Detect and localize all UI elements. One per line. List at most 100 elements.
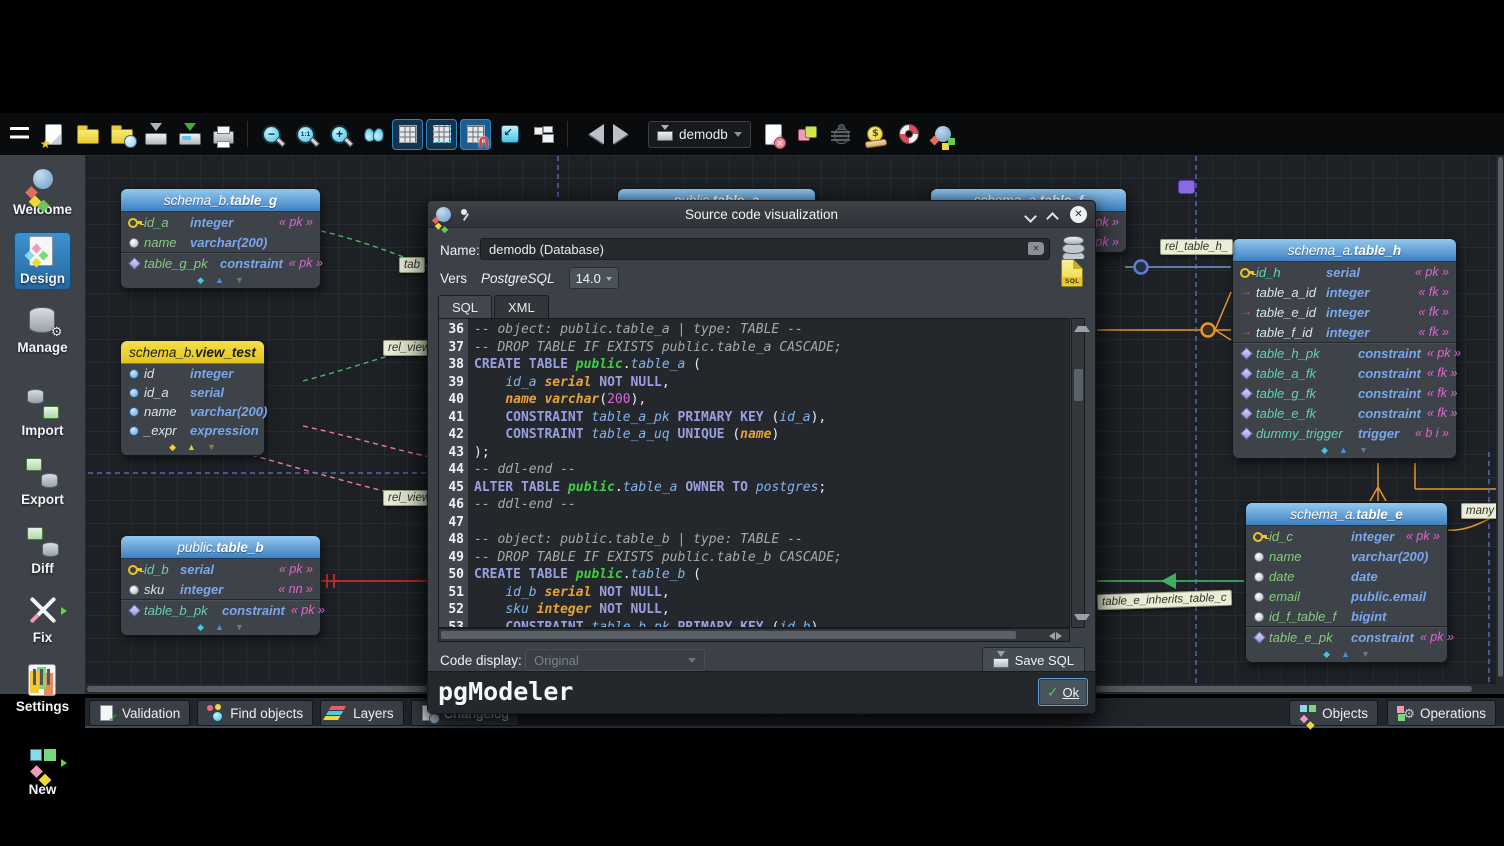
db-table-view_test[interactable]: schema_b.view_testidintegerid_aserialnam…: [120, 340, 265, 456]
table-row[interactable]: emailpublic.email: [1246, 586, 1447, 606]
table-row[interactable]: table_g_pkconstraint« pk »: [121, 252, 320, 273]
sidebar-item-design[interactable]: Design: [14, 232, 71, 290]
page-delimiters-button[interactable]: [426, 119, 457, 150]
table-row[interactable]: table_b_pkconstraint« pk »: [121, 599, 320, 620]
canvas-vertical-scrollbar[interactable]: [1496, 155, 1504, 694]
sidebar-item-manage[interactable]: Manage: [11, 301, 73, 359]
clear-input-icon[interactable]: ✕: [1028, 242, 1044, 255]
sidebar-item-new[interactable]: New: [19, 743, 67, 801]
table-row[interactable]: id_aserial: [121, 383, 264, 402]
table-row[interactable]: table_a_fkconstraint« fk »: [1233, 363, 1456, 383]
relationship-edge[interactable]: [1097, 292, 1231, 340]
new-model-button[interactable]: [38, 119, 69, 150]
table-row[interactable]: id_f_table_fbigint: [1246, 606, 1447, 626]
next-model-button[interactable]: [610, 119, 641, 150]
edge-label[interactable]: rel_table_h_: [1160, 239, 1233, 255]
sidebar-item-import[interactable]: Import: [16, 384, 70, 442]
zoom-out-button[interactable]: [256, 119, 287, 150]
code-vscroll-thumb[interactable]: [1074, 369, 1083, 401]
version-select[interactable]: 14.0: [569, 267, 619, 289]
table-header[interactable]: public.table_b: [121, 536, 320, 559]
table-row[interactable]: skuinteger« nn »: [121, 579, 320, 599]
zoom-in-button[interactable]: [324, 119, 355, 150]
plugins-button[interactable]: [792, 119, 823, 150]
table-row[interactable]: namevarchar(200): [121, 402, 264, 421]
donate-button[interactable]: [860, 119, 891, 150]
table-row[interactable]: table_g_fkconstraint« fk »: [1233, 383, 1456, 403]
table-row[interactable]: table_h_pkconstraint« pk »: [1233, 342, 1456, 363]
relationship-edge[interactable]: [1370, 463, 1386, 501]
sql-code-view[interactable]: 363738394041424344454647484950515253 -- …: [438, 318, 1070, 628]
previous-model-button[interactable]: [576, 119, 607, 150]
scroll-right-arrow-icon[interactable]: [1056, 632, 1066, 640]
bug-report-button[interactable]: [826, 119, 857, 150]
sidebar-item-diff[interactable]: Diff: [19, 522, 67, 580]
recent-models-button[interactable]: [106, 119, 137, 150]
db-table-table_b[interactable]: public.table_bid_bserial« pk »skuinteger…: [120, 535, 321, 636]
compact-view-button[interactable]: [494, 119, 525, 150]
sidebar-item-export[interactable]: Export: [15, 453, 70, 511]
table-row[interactable]: table_e_idinteger« fk »: [1233, 302, 1456, 322]
db-table-table_g[interactable]: schema_b.table_gid_ainteger« pk »namevar…: [120, 188, 321, 289]
find-objects-button[interactable]: Find objects: [197, 700, 313, 726]
save-sql-button[interactable]: Save SQL: [982, 647, 1085, 674]
validation-button[interactable]: Validation: [89, 700, 190, 726]
snap-to-grid-button[interactable]: [460, 119, 491, 150]
dialog-titlebar[interactable]: Source code visualization ✕: [428, 201, 1095, 228]
canvas-vscroll-thumb[interactable]: [1498, 157, 1503, 677]
show-grid-button[interactable]: [392, 119, 423, 150]
db-table-table_h[interactable]: schema_a.table_hid_hserial« pk »table_a_…: [1232, 238, 1457, 459]
objects-button[interactable]: Objects: [1289, 700, 1378, 726]
table-row[interactable]: namevarchar(200): [121, 232, 320, 252]
about-button[interactable]: [928, 119, 959, 150]
save-model-button[interactable]: [174, 119, 205, 150]
table-row[interactable]: datedate: [1246, 566, 1447, 586]
code-hscroll-thumb[interactable]: [441, 631, 1016, 639]
sidebar-item-settings[interactable]: Settings: [10, 660, 75, 718]
layers-button[interactable]: Layers: [320, 700, 404, 726]
shade-chevron-down-icon[interactable]: [1026, 210, 1035, 219]
sidebar-item-welcome[interactable]: Welcome: [7, 163, 78, 221]
table-row[interactable]: table_f_idinteger« fk »: [1233, 322, 1456, 342]
open-model-button[interactable]: [72, 119, 103, 150]
edge-label[interactable]: tab: [399, 257, 425, 273]
table-header[interactable]: schema_b.view_test: [121, 341, 264, 364]
shade-chevron-up-icon[interactable]: [1048, 210, 1057, 219]
tab-xml[interactable]: XML: [494, 295, 549, 318]
table-row[interactable]: idinteger: [121, 364, 264, 383]
table-row[interactable]: id_bserial« pk »: [121, 559, 320, 579]
sidebar-item-fix[interactable]: Fix: [19, 591, 67, 649]
scroll-left-arrow-icon[interactable]: [1045, 632, 1055, 640]
table-header[interactable]: schema_a.table_h: [1233, 239, 1456, 262]
scroll-down-arrow-icon[interactable]: [1074, 614, 1090, 624]
code-horizontal-scrollbar[interactable]: [438, 628, 1070, 642]
db-table-table_e[interactable]: schema_a.table_eid_cinteger« pk »namevar…: [1245, 502, 1448, 663]
zoom-original-button[interactable]: [290, 119, 321, 150]
table-row[interactable]: id_hserial« pk »: [1233, 262, 1456, 282]
ok-button[interactable]: ✓ Ok: [1038, 678, 1088, 706]
table-row[interactable]: id_ainteger« pk »: [121, 212, 320, 232]
code-vertical-scrollbar[interactable]: [1071, 318, 1085, 628]
relationship-edge[interactable]: [303, 426, 430, 457]
table-row[interactable]: id_cinteger« pk »: [1246, 526, 1447, 546]
object-name-input[interactable]: [480, 238, 1050, 260]
table-header[interactable]: schema_b.table_g: [121, 189, 320, 212]
table-row[interactable]: table_e_pkconstraint« pk »: [1246, 626, 1447, 647]
edge-label[interactable]: many: [1461, 503, 1499, 519]
load-model-button[interactable]: [140, 119, 171, 150]
close-icon[interactable]: ✕: [1070, 206, 1087, 223]
scroll-up-arrow-icon[interactable]: [1074, 322, 1090, 332]
relationship-edge[interactable]: [321, 574, 433, 588]
table-row[interactable]: _exprexpression: [121, 421, 264, 440]
tab-sql[interactable]: SQL: [438, 295, 492, 318]
operations-button[interactable]: Operations: [1387, 700, 1496, 726]
edge-label[interactable]: table_e_inherits_table_c: [1097, 590, 1232, 611]
table-row[interactable]: table_a_idinteger« fk »: [1233, 282, 1456, 302]
close-model-button[interactable]: [758, 119, 789, 150]
model-selector[interactable]: demodb: [648, 121, 751, 148]
magnifier-tool-button[interactable]: [358, 119, 389, 150]
table-row[interactable]: dummy_triggertrigger« b i »: [1233, 423, 1456, 443]
print-model-button[interactable]: [208, 119, 239, 150]
edge-node[interactable]: [1135, 261, 1148, 274]
support-button[interactable]: [894, 119, 925, 150]
